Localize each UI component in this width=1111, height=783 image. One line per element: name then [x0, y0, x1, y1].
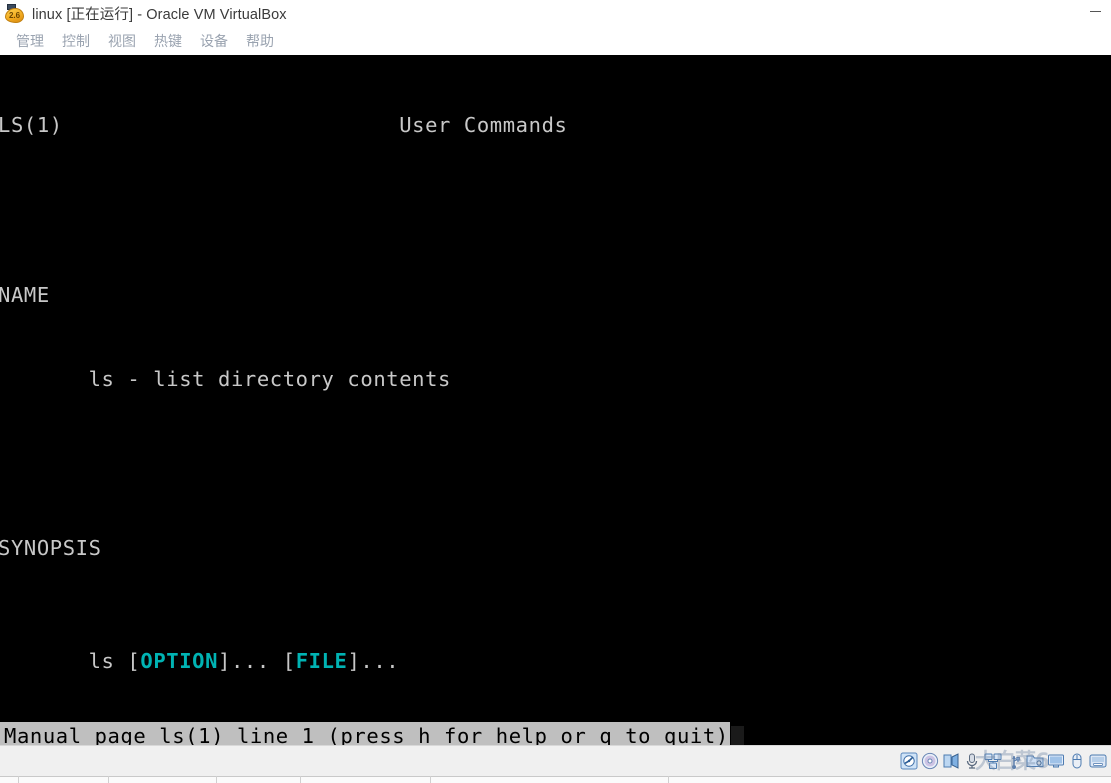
terminal-line-synopsis: ls [OPTION]... [FILE]...	[0, 647, 1111, 675]
background-window-divider	[108, 776, 109, 783]
text-cursor	[730, 726, 744, 745]
minimize-button[interactable]	[1085, 0, 1111, 27]
audio-icon[interactable]	[963, 752, 981, 770]
window-controls	[1085, 0, 1111, 27]
background-window-divider	[300, 776, 301, 783]
background-window-divider	[18, 776, 19, 783]
less-status-bar: Manual page ls(1) line 1 (press h for he…	[0, 722, 744, 745]
menu-view[interactable]: 视图	[99, 29, 145, 53]
background-window-top-border	[0, 776, 1111, 777]
virtualbox-window: 2.6 linux [正在运行] - Oracle VM VirtualBox …	[0, 0, 1111, 783]
virtualbox-vm-icon: 2.6	[5, 4, 24, 23]
terminal-line: LS(1) User Commands	[0, 113, 568, 138]
mouse-capture-icon[interactable]	[1068, 752, 1086, 770]
usb-icon[interactable]	[1005, 752, 1023, 770]
title-bar: 2.6 linux [正在运行] - Oracle VM VirtualBox	[0, 0, 1111, 27]
menu-help[interactable]: 帮助	[237, 29, 283, 53]
display-icon[interactable]	[1047, 752, 1065, 770]
virtualbox-status-bar	[0, 745, 1111, 775]
window-title: linux [正在运行] - Oracle VM VirtualBox	[32, 7, 287, 23]
terminal-line: ls - list directory contents	[0, 367, 451, 392]
shared-folder-icon[interactable]	[1026, 752, 1044, 770]
cd-dvd-icon[interactable]	[921, 752, 939, 770]
floppy-icon[interactable]	[942, 752, 960, 770]
synopsis-suffix: ]...	[347, 649, 400, 674]
hard-disk-icon[interactable]	[900, 752, 918, 770]
background-window-divider	[216, 776, 217, 783]
background-window-edge	[0, 776, 1111, 783]
menu-hotkeys[interactable]: 热键	[145, 29, 191, 53]
menu-bar: 管理 控制 视图 热键 设备 帮助	[0, 27, 1111, 55]
terminal-line: NAME	[0, 282, 50, 307]
terminal-output: LS(1) User Commands NAME ls - list direc…	[0, 55, 1111, 745]
menu-devices[interactable]: 设备	[191, 29, 237, 53]
terminal-line: SYNOPSIS	[0, 536, 102, 561]
background-window-divider	[430, 776, 431, 783]
synopsis-middle: ]... [	[218, 649, 296, 674]
synopsis-file-token: FILE	[295, 649, 348, 674]
less-status-text: Manual page ls(1) line 1 (press h for he…	[0, 722, 730, 745]
network-icon[interactable]	[984, 752, 1002, 770]
menu-control[interactable]: 控制	[53, 29, 99, 53]
guest-screen[interactable]: LS(1) User Commands NAME ls - list direc…	[0, 55, 1111, 745]
synopsis-option-token: OPTION	[140, 649, 219, 674]
menu-manage[interactable]: 管理	[7, 29, 53, 53]
synopsis-prefix: ls [	[0, 649, 141, 674]
icon-badge-version: 2.6	[5, 8, 24, 23]
background-window-divider	[668, 776, 669, 783]
host-key-icon[interactable]	[1089, 752, 1107, 770]
